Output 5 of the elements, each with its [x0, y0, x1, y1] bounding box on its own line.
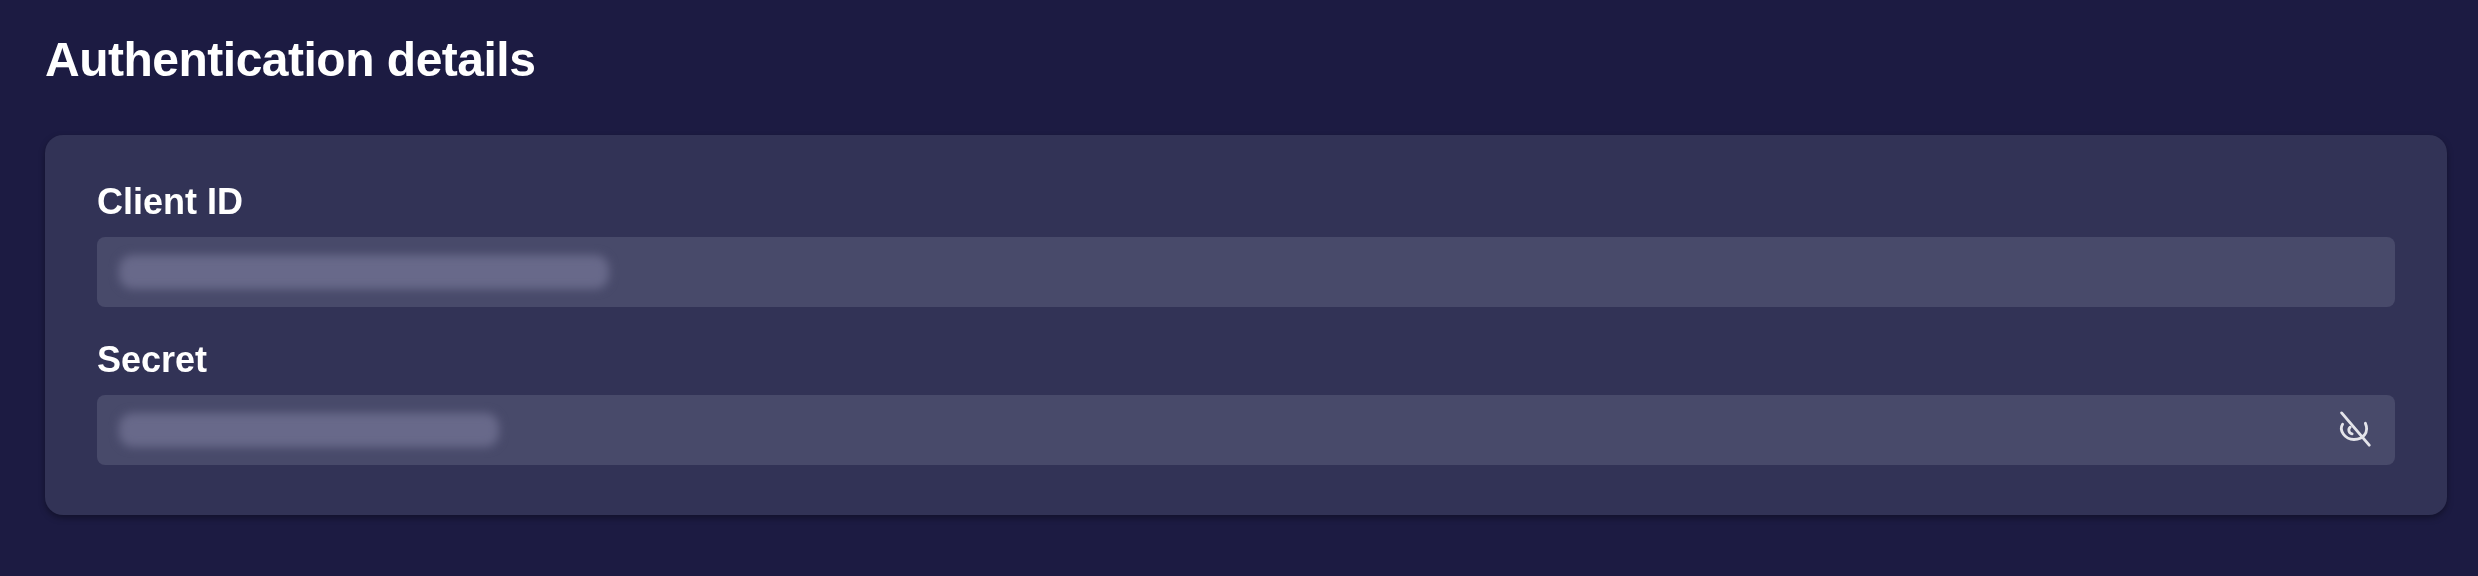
field-label: Secret	[97, 338, 209, 382]
input-field[interactable]	[97, 395, 2395, 465]
field-label: Client ID	[97, 180, 244, 224]
section-heading: Authentication details	[45, 32, 537, 88]
input-field[interactable]	[97, 237, 2395, 307]
